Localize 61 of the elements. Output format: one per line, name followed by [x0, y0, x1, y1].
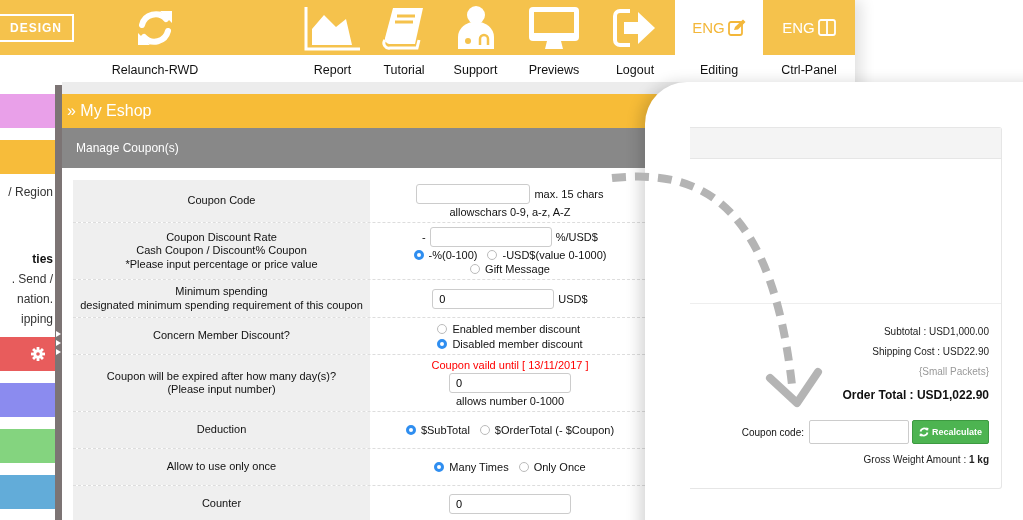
sidebar-text: ipping — [20, 312, 53, 326]
settings-icon — [31, 347, 45, 361]
radio-button[interactable] — [487, 250, 498, 260]
radio-button[interactable] — [479, 425, 490, 435]
nav-tab[interactable]: ENG Ctrl-Panel — [763, 0, 855, 82]
input-field[interactable] — [416, 184, 531, 204]
total-text: Shipping Cost : USD22.90 — [872, 345, 989, 359]
order-total: Order Total : USD1,022.90 — [842, 387, 989, 404]
warning-text: Coupon vaild until [ 13/11/2017 ] — [431, 359, 589, 371]
radio-button[interactable] — [413, 250, 424, 260]
field-label: Coupon Discount Rate Cash Coupon / Discount% Coupon *Please input percentage or price value — [125, 230, 318, 272]
weight-text: Gross Weight Amount : 1 kg — [863, 453, 989, 467]
sidebar-item[interactable] — [0, 337, 55, 371]
unit-text: max. 15 chars — [534, 188, 604, 200]
edit-icon — [727, 19, 746, 36]
radio-button[interactable] — [434, 462, 445, 472]
radio-option[interactable]: Only Once — [518, 461, 586, 473]
area-chart-icon — [303, 4, 362, 51]
radio-option[interactable]: Gift Message — [470, 263, 550, 275]
radio-option[interactable]: Many Times — [434, 461, 509, 473]
radio-option[interactable]: -%(0-100) — [413, 249, 478, 261]
radio-button[interactable] — [437, 323, 448, 334]
option-label: $SubTotal — [420, 424, 470, 436]
monitor-icon — [527, 4, 581, 51]
field-label: Allow to use only once — [166, 460, 277, 474]
hint-text: allowschars 0-9, a-z, A-Z — [449, 206, 571, 218]
field-label: Minimum spending designated minimum spending requirement of this coupon — [80, 285, 363, 312]
coupon-field[interactable] — [809, 420, 909, 444]
radio-option[interactable]: $SubTotal — [405, 424, 470, 436]
radio-button[interactable] — [518, 462, 529, 472]
field-label: Coupon will be expired after how many day(s)? (Please input number) — [106, 369, 337, 397]
radio-button[interactable] — [437, 338, 448, 349]
field-label: Concern Member Discount? — [153, 329, 290, 343]
radio-button[interactable] — [405, 425, 416, 435]
field-label: Counter — [201, 497, 242, 511]
field-label: Coupon Code — [187, 194, 256, 208]
input-field[interactable]: 0 — [449, 494, 571, 514]
unit-text: USD$ — [558, 292, 588, 305]
radio-button[interactable] — [470, 264, 481, 274]
option-label: -%(0-100) — [428, 249, 478, 261]
option-label: Only Once — [533, 461, 586, 473]
field-label: Deduction — [196, 423, 247, 437]
refresh-icon — [919, 427, 929, 437]
shipping-method: {Small Packets} — [918, 365, 989, 379]
coupon-label: Coupon code: — [741, 426, 804, 438]
hint-text: allows number 0-1000 — [455, 395, 565, 407]
sidebar-text: / Region — [8, 185, 53, 199]
input-field[interactable]: 0 — [449, 373, 571, 393]
input-field[interactable] — [429, 227, 552, 247]
input-field[interactable]: 0 — [432, 288, 555, 309]
option-label: Many Times — [449, 461, 509, 473]
sidebar-text: nation. — [16, 292, 53, 306]
columns-icon — [817, 19, 836, 36]
option-label: Gift Message — [485, 263, 550, 275]
total-text: Subtotal : USD1,000.00 — [883, 325, 989, 339]
doctor-icon — [455, 4, 496, 51]
logo: DESIGN — [0, 13, 74, 42]
sidebar-heading: ties — [32, 252, 53, 266]
sidebar-text: . Send / — [11, 272, 53, 286]
prefix-text: - — [422, 231, 426, 243]
unit-text: %/USD$ — [555, 231, 598, 243]
